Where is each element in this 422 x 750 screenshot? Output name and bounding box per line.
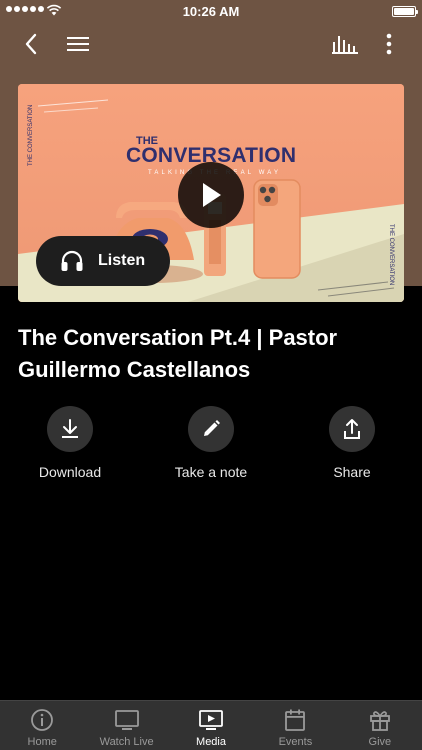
status-time: 10:26 AM — [182, 4, 240, 19]
tv-icon — [114, 710, 139, 730]
menu-button[interactable] — [62, 26, 94, 62]
tab-home-label: Home — [27, 736, 57, 748]
pencil-icon — [204, 420, 220, 436]
more-options-button[interactable] — [376, 26, 402, 62]
headphones-icon — [61, 250, 83, 271]
play-button[interactable] — [178, 162, 244, 228]
share-icon — [344, 419, 360, 439]
battery-icon — [392, 6, 418, 17]
gift-icon — [369, 711, 390, 731]
download-circle — [47, 406, 93, 452]
episode-title: The Conversation Pt.4 | Pastor Guillermo… — [18, 325, 338, 382]
top-navigation — [0, 26, 422, 62]
share-label: Share — [333, 464, 371, 480]
tab-watch-live-label: Watch Live — [99, 736, 154, 748]
play-box-icon — [199, 710, 223, 730]
chevron-left-icon — [25, 33, 37, 55]
download-icon — [62, 419, 78, 438]
download-button[interactable]: Download — [10, 406, 130, 480]
artwork-side-text-left: THE CONVERSATION — [28, 105, 34, 166]
take-note-label: Take a note — [174, 464, 248, 480]
status-bar: 10:26 AM — [0, 0, 422, 22]
download-label: Download — [38, 464, 102, 480]
back-button[interactable] — [16, 26, 46, 62]
tab-home[interactable]: Home — [0, 701, 84, 750]
play-icon — [203, 183, 221, 207]
audio-levels-button[interactable] — [328, 26, 362, 62]
take-note-button[interactable]: Take a note — [151, 406, 271, 480]
artwork-side-text-right: THE CONVERSATION — [388, 224, 394, 285]
listen-label: Listen — [98, 252, 146, 269]
tab-watch-live[interactable]: Watch Live — [84, 701, 168, 750]
tab-give[interactable]: Give — [338, 701, 422, 750]
calendar-icon — [285, 709, 306, 731]
tab-give-label: Give — [368, 736, 392, 748]
smartphone-illustration — [253, 179, 301, 279]
listen-button[interactable]: Listen — [36, 236, 170, 286]
bottom-tab-bar: Home Watch Live Media Events Give — [0, 700, 422, 750]
share-circle — [329, 406, 375, 452]
tab-events-label: Events — [278, 736, 313, 748]
info-icon — [31, 709, 54, 731]
tab-media-label: Media — [196, 736, 226, 748]
more-vertical-icon — [386, 33, 392, 55]
tab-media[interactable]: Media — [169, 701, 253, 750]
audio-bars-icon — [332, 36, 358, 54]
action-row: Download Take a note Share — [0, 406, 422, 486]
hamburger-icon — [67, 37, 89, 51]
note-circle — [188, 406, 234, 452]
tab-events[interactable]: Events — [253, 701, 337, 750]
share-button[interactable]: Share — [292, 406, 412, 480]
